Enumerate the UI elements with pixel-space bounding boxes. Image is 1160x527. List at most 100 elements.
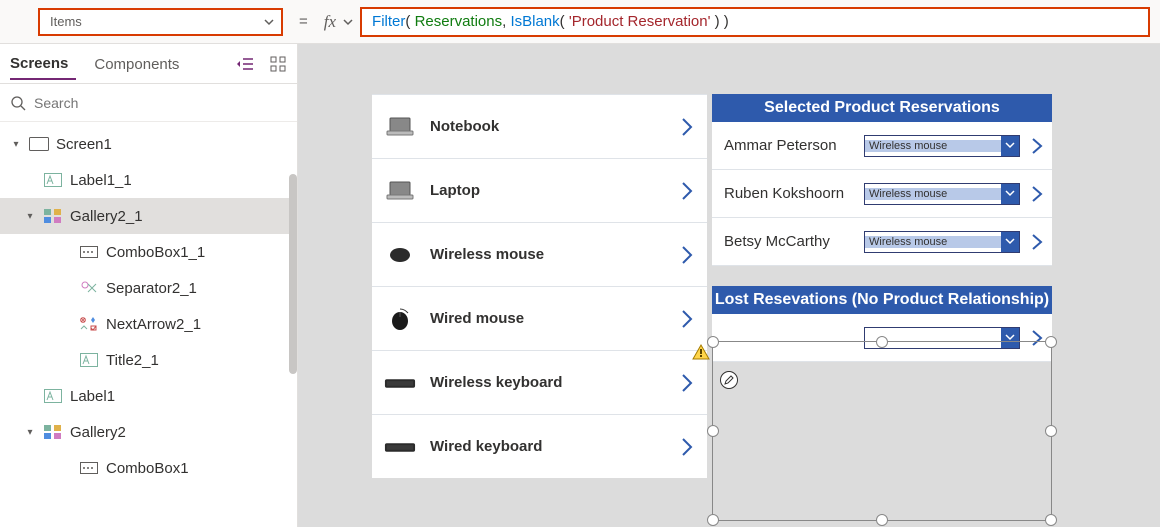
tree-collapse-icon[interactable] <box>237 55 255 73</box>
formula-token: ) <box>710 13 719 30</box>
next-arrow[interactable] <box>1030 328 1044 348</box>
chevron-down-icon <box>1005 334 1015 342</box>
combobox-icon <box>78 459 100 477</box>
tree-item-screen1[interactable]: ▾ Screen1 <box>0 126 297 162</box>
tree-item-combobox1[interactable]: ComboBox1 <box>0 450 297 486</box>
next-arrow[interactable] <box>1030 136 1044 156</box>
product-thumbnail <box>384 179 416 203</box>
property-dropdown[interactable]: Items <box>38 8 283 36</box>
screen-icon <box>28 135 50 153</box>
tree-item-gallery2-1[interactable]: ▾ Gallery2_1 <box>0 198 297 234</box>
property-name: Items <box>50 14 82 29</box>
chevron-right-icon[interactable] <box>677 181 697 201</box>
chevron-right-icon[interactable] <box>677 245 697 265</box>
tree-item-combobox1-1[interactable]: ComboBox1_1 <box>0 234 297 270</box>
equals-label: = <box>299 13 308 30</box>
chevron-right-icon[interactable] <box>677 117 697 137</box>
control-tree: ▾ Screen1 ▾ Label1_1 ▾ Gallery2_1 ComboB… <box>0 122 297 496</box>
fx-button[interactable]: fx <box>324 12 354 32</box>
product-name: Wired keyboard <box>430 438 663 455</box>
formula-input[interactable]: Filter ( Reservations , IsBlank ( 'Produ… <box>360 7 1150 37</box>
label-icon <box>42 171 64 189</box>
formula-token: ( <box>560 13 569 30</box>
tree-item-title2-1[interactable]: Title2_1 <box>0 342 297 378</box>
product-row[interactable]: Wired keyboard <box>372 414 707 478</box>
combobox-dropdown-button[interactable] <box>1001 232 1019 252</box>
label-icon <box>78 351 100 369</box>
products-gallery[interactable]: Notebook Laptop Wireless mouse Wired mouse W… <box>372 94 707 478</box>
next-arrow[interactable] <box>1030 184 1044 204</box>
icon-group-icon <box>78 315 100 333</box>
lost-reservation-row[interactable] <box>712 314 1052 362</box>
product-row[interactable]: Wireless keyboard <box>372 350 707 414</box>
chevron-right-icon[interactable] <box>677 373 697 393</box>
next-arrow[interactable] <box>1030 232 1044 252</box>
tree-item-label1-1[interactable]: ▾ Label1_1 <box>0 162 297 198</box>
lost-reservations-title: Lost Resevations (No Product Relationshi… <box>712 286 1052 314</box>
gallery-icon <box>42 423 64 441</box>
edit-template-button[interactable] <box>720 371 738 389</box>
combobox-value: Wireless mouse <box>865 140 1001 152</box>
product-combobox[interactable]: Wireless mouse <box>864 231 1020 253</box>
product-name: Wireless keyboard <box>430 374 663 391</box>
tree-item-separator2-1[interactable]: Separator2_1 <box>0 270 297 306</box>
combobox-icon <box>78 243 100 261</box>
right-column: Selected Product Reservations Ammar Pete… <box>712 94 1052 362</box>
product-thumbnail <box>384 115 416 139</box>
tab-screens[interactable]: Screens <box>10 47 76 80</box>
design-canvas[interactable]: Notebook Laptop Wireless mouse Wired mouse W… <box>298 44 1160 527</box>
warning-icon <box>692 344 710 360</box>
product-row[interactable]: Wired mouse <box>372 286 707 350</box>
label-icon <box>42 387 64 405</box>
product-combobox[interactable]: Wireless mouse <box>864 135 1020 157</box>
combobox-dropdown-button[interactable] <box>1001 184 1019 204</box>
chevron-down-icon <box>342 16 354 28</box>
tab-components[interactable]: Components <box>94 48 187 79</box>
tree-scrollbar[interactable] <box>289 174 297 374</box>
combobox-dropdown-button[interactable] <box>1001 136 1019 156</box>
chevron-right-icon[interactable] <box>677 437 697 457</box>
combobox-value: Wireless mouse <box>865 188 1001 200</box>
tree-item-gallery2[interactable]: ▾ Gallery2 <box>0 414 297 450</box>
product-name: Wireless mouse <box>430 246 663 263</box>
product-thumbnail <box>384 371 416 395</box>
app-frame: Notebook Laptop Wireless mouse Wired mouse W… <box>372 94 1052 474</box>
product-row[interactable]: Laptop <box>372 158 707 222</box>
tree-search-input[interactable] <box>34 95 287 111</box>
person-name: Betsy McCarthy <box>724 233 854 250</box>
product-name: Laptop <box>430 182 663 199</box>
formula-token: ) <box>720 13 729 30</box>
formula-token: 'Product Reservation' <box>569 13 711 30</box>
product-thumbnail <box>384 307 416 331</box>
reservation-row[interactable]: Betsy McCarthy Wireless mouse <box>712 218 1052 266</box>
selected-reservations-title: Selected Product Reservations <box>712 94 1052 122</box>
product-row[interactable]: Wireless mouse <box>372 222 707 286</box>
product-name: Wired mouse <box>430 310 663 327</box>
reservation-row[interactable]: Ammar Peterson Wireless mouse <box>712 122 1052 170</box>
product-row[interactable]: Notebook <box>372 94 707 158</box>
tree-item-label1[interactable]: ▾ Label1 <box>0 378 297 414</box>
product-name: Notebook <box>430 118 663 135</box>
formula-token: Filter <box>372 13 405 30</box>
product-thumbnail <box>384 435 416 459</box>
search-icon <box>10 95 26 111</box>
separator-icon <box>78 279 100 297</box>
tree-item-nextarrow2-1[interactable]: NextArrow2_1 <box>0 306 297 342</box>
formula-bar: Items = fx Filter ( Reservations , IsBla… <box>0 0 1160 44</box>
product-combobox[interactable]: Wireless mouse <box>864 183 1020 205</box>
chevron-down-icon <box>263 16 275 28</box>
tree-panel: Screens Components ▾ Screen1 ▾ <box>0 44 298 527</box>
formula-token: IsBlank <box>510 13 559 30</box>
grid-view-icon[interactable] <box>269 55 287 73</box>
product-combobox[interactable] <box>864 327 1020 349</box>
combobox-value: Wireless mouse <box>865 236 1001 248</box>
formula-token: , <box>502 13 510 30</box>
person-name: Ammar Peterson <box>724 137 854 154</box>
combobox-dropdown-button[interactable] <box>1001 328 1019 348</box>
formula-token: ( <box>405 13 414 30</box>
fx-icon: fx <box>324 12 336 32</box>
chevron-right-icon[interactable] <box>677 309 697 329</box>
product-thumbnail <box>384 243 416 267</box>
gallery-icon <box>42 207 64 225</box>
reservation-row[interactable]: Ruben KokshoornWireless mouse <box>712 170 1052 218</box>
